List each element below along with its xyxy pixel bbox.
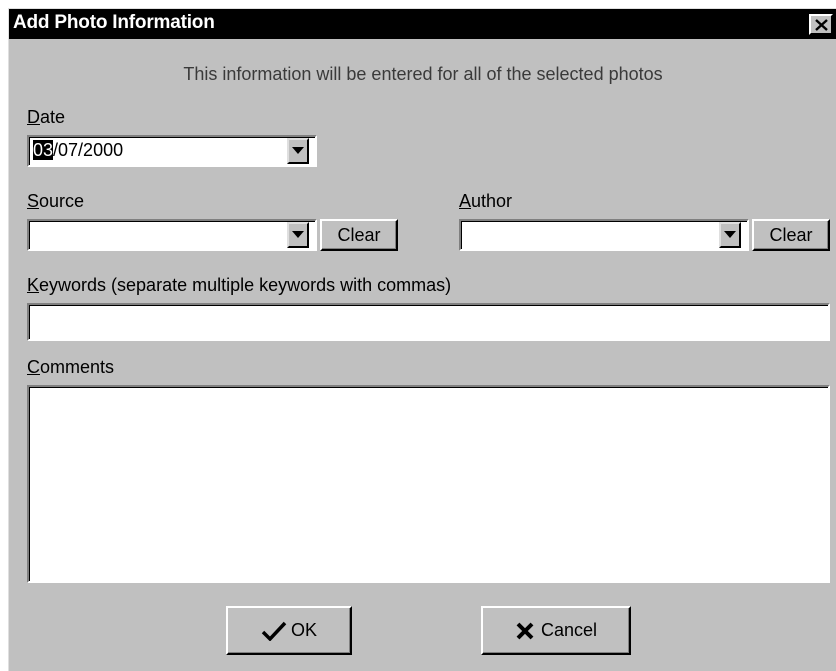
comments-label: Comments bbox=[27, 357, 115, 377]
source-clear-button[interactable]: Clear bbox=[320, 219, 398, 251]
chevron-down-icon bbox=[292, 147, 304, 154]
author-label: Author bbox=[459, 191, 513, 211]
source-combobox[interactable] bbox=[27, 219, 317, 251]
info-text: This information will be entered for all… bbox=[183, 64, 663, 84]
chevron-down-icon bbox=[724, 231, 736, 238]
date-value[interactable]: 03/07/2000 bbox=[33, 140, 123, 161]
keywords-input[interactable] bbox=[27, 303, 830, 341]
close-icon bbox=[815, 19, 828, 31]
source-clear-label: Clear bbox=[337, 225, 381, 245]
keywords-label: Keywords (separate multiple keywords wit… bbox=[27, 275, 452, 295]
date-combobox[interactable]: 03/07/2000 bbox=[27, 135, 317, 167]
author-dropdown-button[interactable] bbox=[719, 222, 741, 248]
author-clear-button[interactable]: Clear bbox=[752, 219, 830, 251]
cancel-button[interactable]: Cancel bbox=[481, 606, 631, 655]
chevron-down-icon bbox=[292, 231, 304, 238]
date-label: Date bbox=[27, 107, 66, 127]
author-clear-label: Clear bbox=[769, 225, 813, 245]
cancel-label: Cancel bbox=[540, 620, 598, 640]
title-bar: Add Photo Information bbox=[9, 9, 836, 39]
author-combobox[interactable] bbox=[459, 219, 749, 251]
date-dropdown-button[interactable] bbox=[287, 138, 309, 164]
close-button[interactable] bbox=[809, 14, 833, 35]
source-dropdown-button[interactable] bbox=[287, 222, 309, 248]
ok-label: OK bbox=[290, 620, 317, 640]
dialog-title: Add Photo Information bbox=[13, 12, 215, 33]
add-photo-info-dialog: Add Photo Information This information w… bbox=[8, 8, 836, 671]
x-mark-icon bbox=[516, 622, 534, 640]
comments-textarea[interactable] bbox=[27, 385, 830, 583]
source-label: Source bbox=[27, 191, 85, 211]
ok-button[interactable]: OK bbox=[226, 606, 352, 655]
checkmark-icon bbox=[261, 622, 287, 642]
